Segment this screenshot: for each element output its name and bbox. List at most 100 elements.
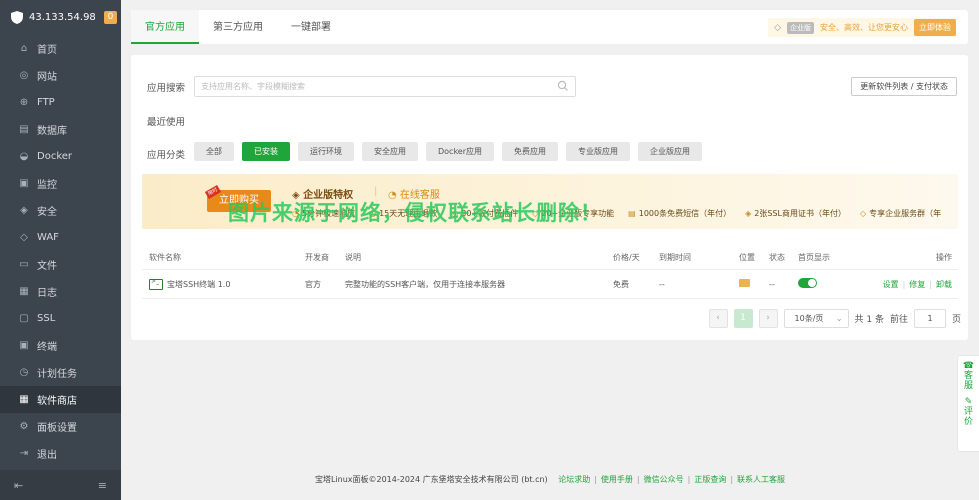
feature-icon: ◇ xyxy=(859,209,867,218)
table-row: 宝塔SSH终端 1.0 官方 完整功能的SSH客户端，仅用于连接本服务器 免费 … xyxy=(142,270,958,299)
footer-link-3[interactable]: 正版查询 xyxy=(694,475,726,484)
sidebar-item-0[interactable]: ⌂ 首页 xyxy=(0,35,121,62)
sidebar-item-label: 退出 xyxy=(37,450,57,461)
total-count: 共 1 条 xyxy=(854,315,884,325)
chevron-down-icon: ⌄ xyxy=(835,314,843,323)
app-name-cell[interactable]: 宝塔SSH终端 1.0 xyxy=(142,278,305,290)
category-1[interactable]: 已安装 xyxy=(242,142,290,161)
enterprise-tag: 企业版 xyxy=(787,21,814,34)
update-software-list-button[interactable]: 更新软件列表 / 支付状态 xyxy=(851,77,957,96)
page-suffix: 页 xyxy=(951,315,961,325)
app-search-input[interactable]: 支持应用名称、字段模糊搜索 xyxy=(194,76,576,97)
settings-link[interactable]: 设置 xyxy=(883,280,899,289)
tab-one-click-deploy[interactable]: 一键部署 xyxy=(277,10,345,44)
footer: 宝塔Linux面板©2014-2024 广东堡塔安全技术有限公司 (bt.cn)… xyxy=(121,474,979,485)
uninstall-link[interactable]: 卸载 xyxy=(936,280,952,289)
description-cell: 完整功能的SSH客户端，仅用于连接本服务器 xyxy=(345,279,506,289)
col-status: 状态 xyxy=(769,253,785,262)
sidebar-item-14[interactable]: ⚙ 面板设置 xyxy=(0,413,121,440)
try-now-button[interactable]: 立即体验 xyxy=(914,19,956,36)
sidebar-item-label: 终端 xyxy=(37,342,57,353)
sidebar-item-label: 首页 xyxy=(37,45,57,56)
sidebar-item-6[interactable]: ◈ 安全 xyxy=(0,197,121,224)
sidebar-item-3[interactable]: ▤ 数据库 xyxy=(0,116,121,143)
footer-link-4[interactable]: 联系人工客服 xyxy=(737,475,785,484)
folder-icon: ▭ xyxy=(19,259,29,270)
recent-label: 最近使用 xyxy=(147,117,186,128)
server-ip[interactable]: 43.133.54.98 xyxy=(29,12,104,23)
divider: | xyxy=(929,279,932,289)
support-float: ☎ 客服 ✎ 评价 xyxy=(957,355,979,452)
goto-page-input[interactable]: 1 xyxy=(913,309,946,328)
homepage-toggle[interactable] xyxy=(798,278,817,288)
sidebar-item-15[interactable]: ⇥ 退出 xyxy=(0,440,121,467)
sidebar-item-5[interactable]: ▣ 监控 xyxy=(0,170,121,197)
actions-cell: 设置 | 修复 | 卸载 xyxy=(858,279,958,290)
footer-link-0[interactable]: 论坛求助 xyxy=(558,475,590,484)
sidebar-item-7[interactable]: ◇ WAF xyxy=(0,224,121,251)
support-1[interactable]: ✎ 评价 xyxy=(964,397,973,427)
col-homepage: 首页显示 xyxy=(798,253,830,262)
footer-divider: | xyxy=(594,475,597,484)
status-cell: -- xyxy=(769,279,775,289)
category-4[interactable]: Docker应用 xyxy=(426,142,495,161)
sidebar-item-label: 监控 xyxy=(37,180,57,191)
category-7[interactable]: 企业版应用 xyxy=(638,142,703,161)
enterprise-banner: 限时 立即购买 ◈ 企业版特权 | ◔ 在线客服 ◔ 5分钟极速响应 ◷ 15天无理由… xyxy=(142,174,958,229)
database-icon: ▤ xyxy=(19,124,29,135)
footer-link-2[interactable]: 微信公众号 xyxy=(644,475,684,484)
footer-divider: | xyxy=(687,475,691,484)
notification-badge[interactable]: 0 xyxy=(104,11,117,24)
sidebar-item-9[interactable]: ▦ 日志 xyxy=(0,278,121,305)
tab-third-party-apps[interactable]: 第三方应用 xyxy=(199,10,277,44)
terminal-icon: ▣ xyxy=(19,340,29,351)
prev-page-button[interactable]: ‹ xyxy=(708,309,728,328)
feature-item: ◇ 专享企业服务群（年 xyxy=(860,208,941,219)
search-placeholder: 支持应用名称、字段模糊搜索 xyxy=(201,82,305,91)
tab-official-apps[interactable]: 官方应用 xyxy=(131,10,199,44)
log-icon: ▦ xyxy=(19,286,29,297)
divider: | xyxy=(902,279,906,289)
feature-label: 2张SSL商用证书（年付） xyxy=(754,209,846,218)
gear-icon: ⚙ xyxy=(19,421,29,432)
page-size-select[interactable]: 10条/页 ⌄ xyxy=(783,309,849,328)
col-price: 价格/天 xyxy=(613,253,640,262)
menu-icon[interactable]: ≡ xyxy=(98,479,107,492)
category-2[interactable]: 运行环境 xyxy=(298,142,354,161)
col-developer: 开发商 xyxy=(305,253,329,262)
collapse-menu-icon[interactable]: ⇤ xyxy=(14,479,23,492)
category-0[interactable]: 全部 xyxy=(194,142,234,161)
page-1-button[interactable]: 1 xyxy=(733,309,753,328)
support-label-char: 客 xyxy=(963,371,973,381)
category-5[interactable]: 免费应用 xyxy=(502,142,559,161)
sidebar-item-1[interactable]: ◎ 网站 xyxy=(0,62,121,89)
sidebar-item-2[interactable]: ⊕ FTP xyxy=(0,89,121,116)
col-name: 软件名称 xyxy=(149,253,181,262)
category-6[interactable]: 专业版应用 xyxy=(566,142,631,161)
next-page-button[interactable]: › xyxy=(758,309,778,328)
shield-icon: ◈ xyxy=(20,205,28,216)
folder-icon[interactable] xyxy=(739,279,750,287)
feature-label: 1000条免费短信（年付） xyxy=(638,209,732,218)
feature-label: 专享企业服务群（年 xyxy=(869,209,942,218)
logout-icon: ⇥ xyxy=(19,448,29,459)
copyright-text: 宝塔Linux面板©2014-2024 广东堡塔安全技术有限公司 (bt.cn) xyxy=(314,475,548,484)
search-icon[interactable] xyxy=(557,80,569,92)
sidebar-item-10[interactable]: ▢ SSL xyxy=(0,305,121,332)
price-cell: 免费 xyxy=(613,279,629,289)
sidebar-item-13[interactable]: ▦ 软件商店 xyxy=(0,386,121,413)
sidebar-item-label: WAF xyxy=(37,232,59,243)
software-table: 软件名称 开发商 说明 价格/天 到期时间 位置 状态 首页显示 操作 宝塔SS… xyxy=(142,246,958,299)
footer-link-1[interactable]: 使用手册 xyxy=(601,475,633,484)
sidebar-item-4[interactable]: ◒ Docker xyxy=(0,143,121,170)
category-3[interactable]: 安全应用 xyxy=(362,142,418,161)
sidebar-item-11[interactable]: ▣ 终端 xyxy=(0,332,121,359)
sidebar-item-label: 面板设置 xyxy=(37,423,77,434)
category-label: 应用分类 xyxy=(147,150,186,161)
repair-link[interactable]: 修复 xyxy=(909,280,925,289)
support-0[interactable]: ☎ 客服 xyxy=(963,361,974,391)
col-description: 说明 xyxy=(345,253,361,262)
sidebar-item-8[interactable]: ▭ 文件 xyxy=(0,251,121,278)
col-location: 位置 xyxy=(739,253,755,262)
sidebar-item-12[interactable]: ◷ 计划任务 xyxy=(0,359,121,386)
